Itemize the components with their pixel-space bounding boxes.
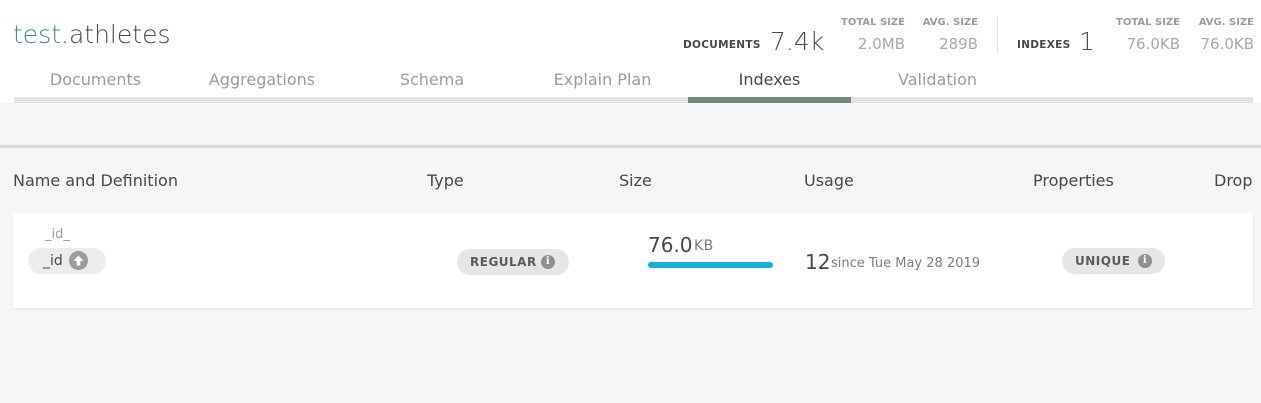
index-property-badge: UNIQUE i <box>1062 248 1165 274</box>
indexes-total-size-label: TOTAL SIZE <box>1116 17 1180 28</box>
index-size-unit: KB <box>694 238 714 254</box>
documents-count: 7.4k <box>770 27 825 56</box>
database-name[interactable]: test <box>13 20 61 49</box>
index-type-badge: REGULAR i <box>457 249 569 275</box>
index-property-label: UNIQUE <box>1075 254 1131 268</box>
indexes-label: INDEXES <box>1017 39 1071 51</box>
index-size-bar <box>648 262 773 268</box>
documents-avg-size-value: 289B <box>939 35 978 53</box>
index-usage-since: since Tue May 28 2019 <box>831 256 981 271</box>
documents-avg-size-label: AVG. SIZE <box>922 17 978 28</box>
info-icon[interactable]: i <box>1138 254 1152 268</box>
column-header-properties[interactable]: Properties <box>1033 171 1114 190</box>
indexes-avg-size-value: 76.0KB <box>1200 35 1254 53</box>
index-size-value: 76.0 <box>648 233 693 257</box>
collection-title: test.athletes <box>13 20 170 49</box>
indexes-toolbar <box>0 103 1261 145</box>
indexes-count: 1 <box>1079 27 1095 56</box>
collection-tabs: Documents Aggregations Schema Explain Pl… <box>14 66 1253 103</box>
index-type-label: REGULAR <box>470 255 537 269</box>
column-header-type[interactable]: Type <box>427 171 464 190</box>
documents-total-size-value: 2.0MB <box>857 35 905 53</box>
column-header-size[interactable]: Size <box>619 171 652 190</box>
info-icon[interactable]: i <box>541 255 555 269</box>
index-row: _id_ _id REGULAR i 76.0 KB 12 since Tue … <box>13 213 1253 308</box>
index-name: _id_ <box>45 227 70 242</box>
stats-divider <box>997 16 998 54</box>
column-header-usage[interactable]: Usage <box>804 171 854 190</box>
indexes-total-size-value: 76.0KB <box>1126 35 1180 53</box>
indexes-avg-size-label: AVG. SIZE <box>1198 17 1254 28</box>
documents-label: DOCUMENTS <box>683 39 761 51</box>
index-usage-count: 12 <box>805 250 831 274</box>
collection-name: athletes <box>68 20 171 49</box>
column-header-drop: Drop <box>1214 171 1253 190</box>
index-field-name: _id <box>43 253 63 269</box>
namespace-separator: . <box>61 20 69 49</box>
column-header-name[interactable]: Name and Definition <box>13 171 178 190</box>
arrow-up-icon <box>69 251 88 270</box>
toolbar-divider <box>0 145 1261 148</box>
collection-header: test.athletes DOCUMENTS 7.4k TOTAL SIZE … <box>0 0 1261 103</box>
documents-total-size-label: TOTAL SIZE <box>841 17 905 28</box>
index-field-pill: _id <box>28 248 106 274</box>
index-size-bar-fill <box>648 262 773 268</box>
